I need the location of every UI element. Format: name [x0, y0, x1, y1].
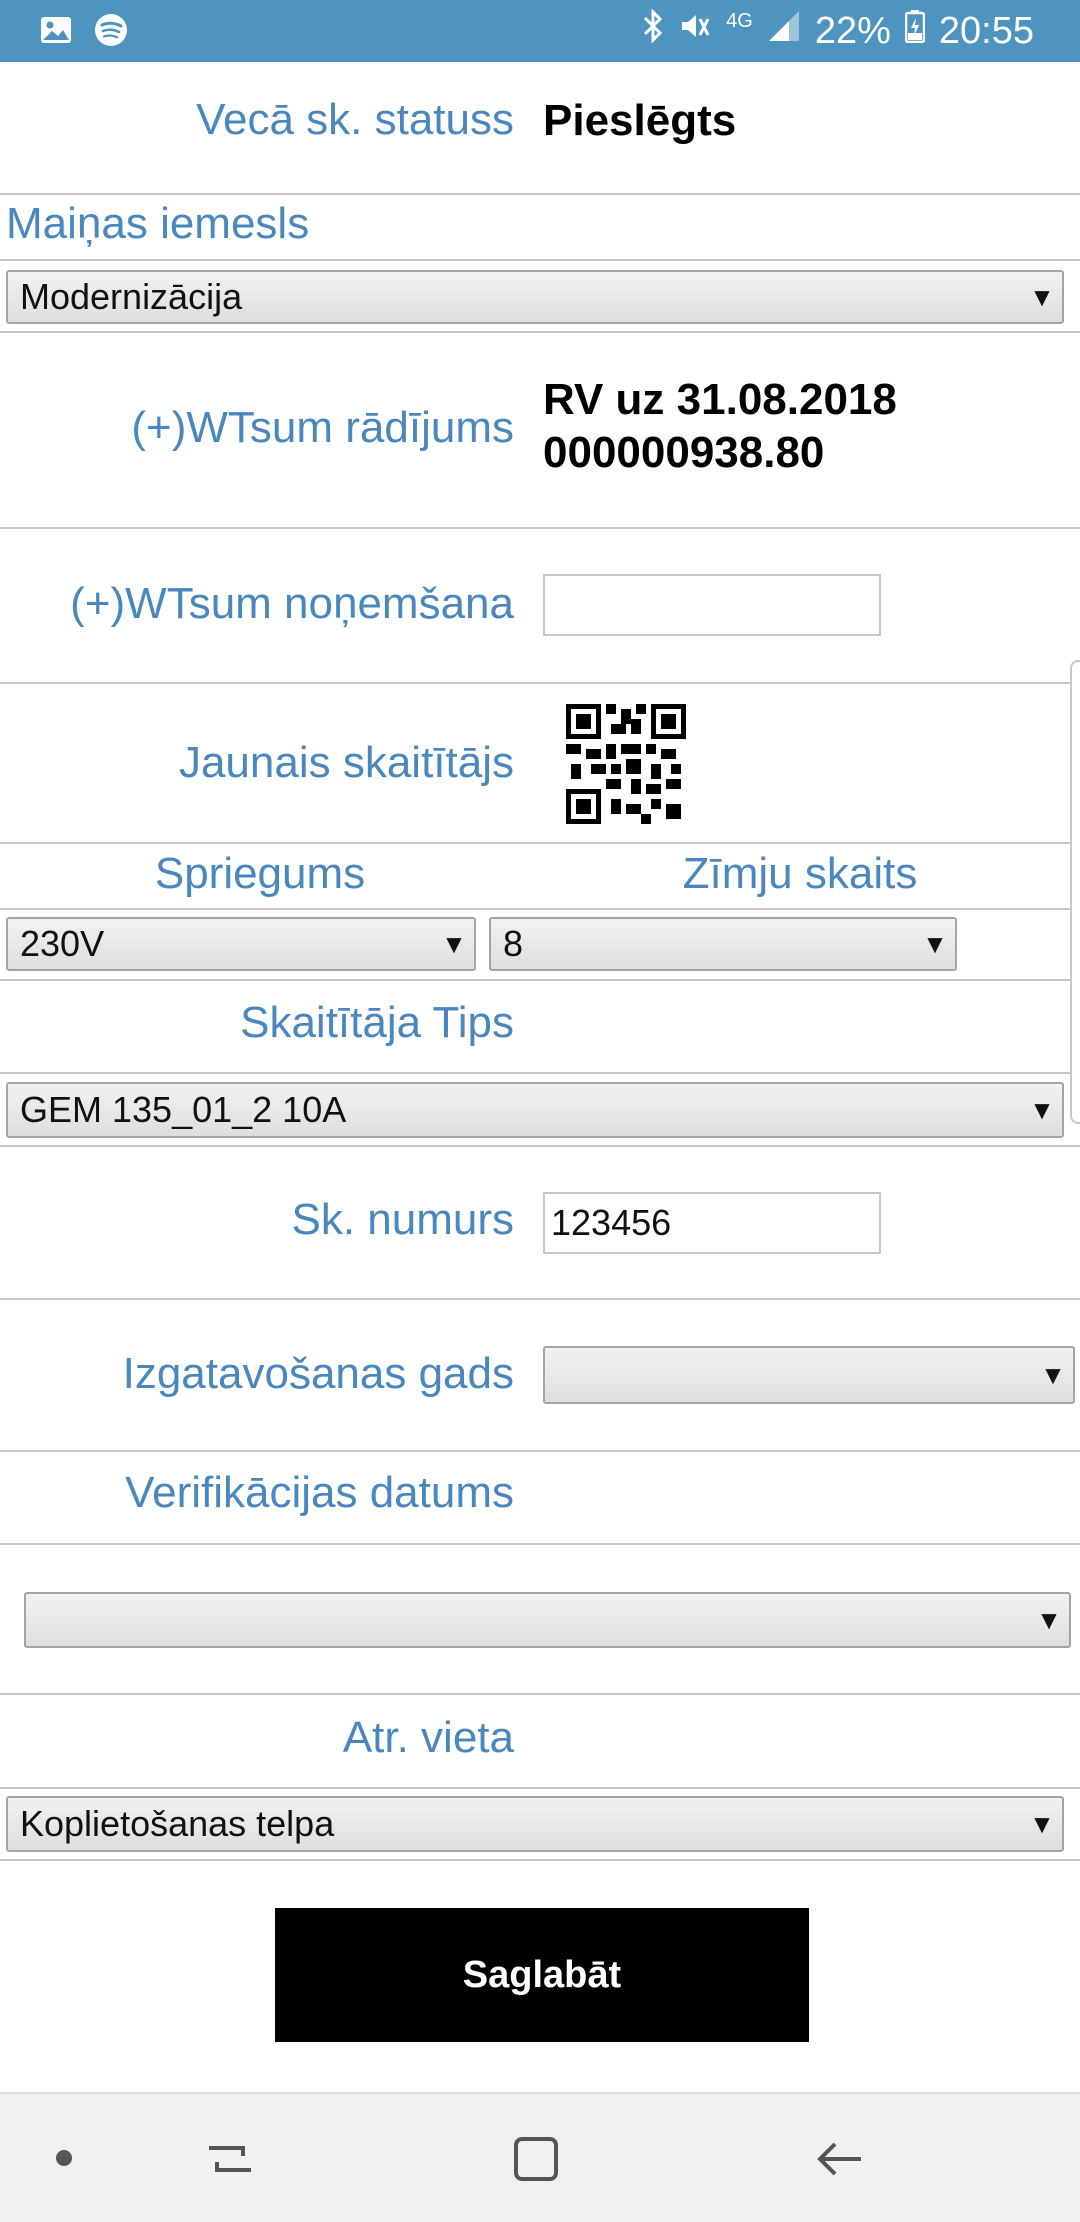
- voltage-select[interactable]: 230V ▼: [6, 917, 476, 971]
- change-reason-select[interactable]: Modernizācija ▼: [6, 270, 1064, 324]
- divider: [0, 1072, 1080, 1074]
- reading-value: 000000938.80: [543, 428, 825, 477]
- meter-number-label: Sk. numurs: [291, 1195, 514, 1244]
- dot-icon[interactable]: [56, 2150, 72, 2166]
- old-status-label: Vecā sk. statuss: [196, 95, 514, 144]
- divider: [0, 193, 1080, 195]
- divider: [0, 908, 1080, 910]
- meter-number-input[interactable]: 123456: [543, 1192, 881, 1254]
- navigation-bar: [0, 2092, 1080, 2222]
- verification-date-label: Verifikācijas datums: [125, 1468, 514, 1517]
- status-right: 4G 22% 20:55: [642, 8, 1034, 54]
- status-left: [40, 12, 128, 52]
- spotify-icon: [94, 13, 128, 52]
- side-panel-edge: [1070, 660, 1080, 1124]
- divider: [0, 527, 1080, 529]
- battery-percent: 22%: [814, 9, 891, 52]
- digits-selected: 8: [503, 923, 524, 964]
- divider: [0, 682, 1080, 684]
- reading-date: RV uz 31.08.2018: [543, 375, 897, 424]
- clock: 20:55: [938, 9, 1034, 52]
- image-icon: [40, 16, 72, 49]
- chevron-down-icon: ▼: [922, 928, 948, 959]
- verification-date-select[interactable]: ▼: [24, 1592, 1071, 1648]
- manufacture-year-label: Izgatavošanas gads: [122, 1349, 514, 1398]
- meter-type-label: Skaitītāja Tips: [240, 998, 514, 1047]
- qr-code-icon[interactable]: [566, 704, 686, 824]
- digits-label: Zīmju skaits: [682, 849, 918, 898]
- location-selected: Koplietošanas telpa: [20, 1803, 335, 1844]
- divider: [0, 1543, 1080, 1545]
- reading-label: (+)WTsum rādījums: [131, 403, 514, 452]
- save-button[interactable]: Saglabāt: [275, 1908, 809, 2042]
- voltage-label: Spriegums: [154, 849, 366, 898]
- chevron-down-icon: ▼: [441, 928, 467, 959]
- old-status-value: Pieslēgts: [543, 96, 737, 145]
- divider: [0, 842, 1080, 844]
- chevron-down-icon: ▼: [1029, 281, 1055, 312]
- battery-icon: [904, 9, 926, 53]
- mute-icon: [678, 9, 712, 53]
- divider: [0, 1787, 1080, 1789]
- removal-input[interactable]: [543, 574, 881, 636]
- voltage-selected: 230V: [20, 923, 105, 964]
- change-reason-label: Maiņas iemesls: [6, 199, 310, 248]
- chevron-down-icon: ▼: [1036, 1604, 1062, 1635]
- divider: [0, 1693, 1080, 1695]
- new-meter-label: Jaunais skaitītājs: [178, 738, 514, 787]
- location-label: Atr. vieta: [342, 1713, 514, 1762]
- meter-type-select[interactable]: GEM 135_01_2 10A ▼: [6, 1082, 1064, 1138]
- change-reason-selected: Modernizācija: [20, 276, 243, 317]
- manufacture-year-select[interactable]: ▼: [543, 1346, 1075, 1404]
- divider: [0, 1298, 1080, 1300]
- divider: [0, 331, 1080, 333]
- divider: [0, 1859, 1080, 1861]
- meter-type-selected: GEM 135_01_2 10A: [20, 1089, 347, 1130]
- divider: [0, 1145, 1080, 1147]
- divider: [0, 259, 1080, 261]
- chevron-down-icon: ▼: [1029, 1808, 1055, 1839]
- chevron-down-icon: ▼: [1029, 1094, 1055, 1125]
- divider: [0, 979, 1080, 981]
- status-bar: 4G 22% 20:55: [0, 0, 1080, 62]
- chevron-down-icon: ▼: [1040, 1359, 1066, 1390]
- network-type: 4G: [726, 9, 753, 32]
- home-icon[interactable]: [511, 2134, 561, 2189]
- digits-select[interactable]: 8 ▼: [489, 917, 957, 971]
- removal-label: (+)WTsum noņemšana: [70, 579, 514, 628]
- bluetooth-icon: [642, 8, 664, 53]
- divider: [0, 1450, 1080, 1452]
- signal-icon: [767, 9, 801, 53]
- back-icon[interactable]: [815, 2134, 865, 2189]
- recent-apps-icon[interactable]: [205, 2134, 255, 2189]
- location-select[interactable]: Koplietošanas telpa ▼: [6, 1796, 1064, 1852]
